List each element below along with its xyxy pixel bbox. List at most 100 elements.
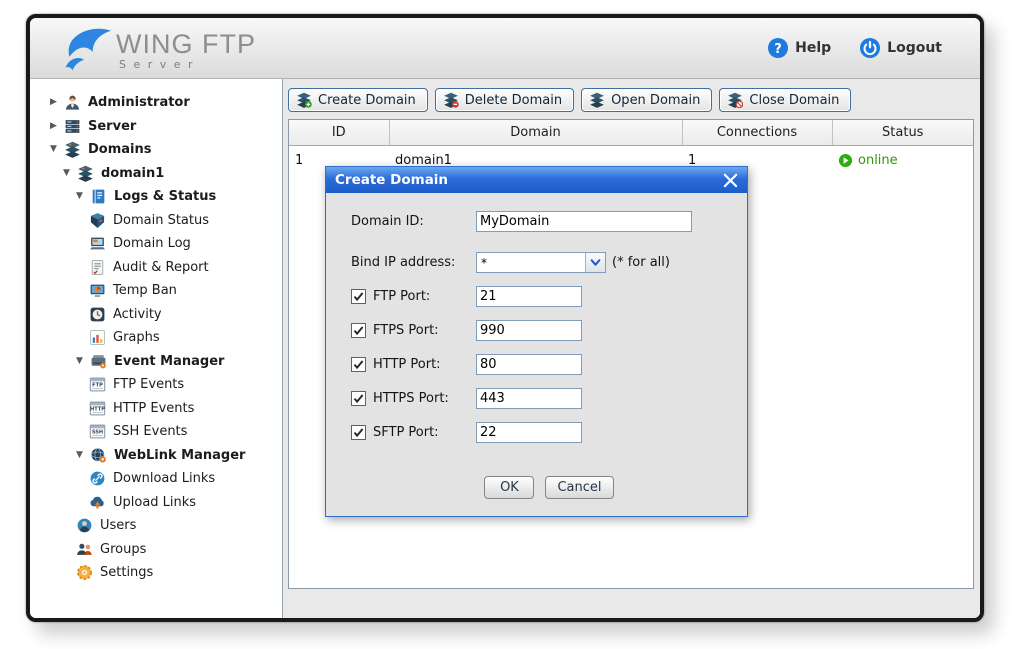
sidebar-item-settings[interactable]: Settings <box>30 561 282 585</box>
tree-expanded-arrow[interactable]: ▼ <box>63 169 77 178</box>
open-domain-button[interactable]: Open Domain <box>581 88 712 112</box>
close-domain-button[interactable]: Close Domain <box>719 88 851 112</box>
sidebar-tree: ▶Administrator▶Server▼Domains▼domain1▼Lo… <box>30 79 283 618</box>
sidebar-item-logs-status[interactable]: ▼ Logs & Status <box>30 185 282 209</box>
sidebar-item-label: Domain Status <box>113 213 209 228</box>
domain-id-input[interactable] <box>476 211 692 232</box>
logout-button[interactable]: Logout <box>859 37 942 59</box>
logo: WING FTP Server <box>56 22 256 74</box>
close-icon[interactable] <box>723 173 738 188</box>
ftps-port-input[interactable] <box>476 320 582 341</box>
sidebar-item-temp-ban[interactable]: Temp Ban <box>30 279 282 303</box>
logout-label: Logout <box>887 40 942 56</box>
sidebar-item-domain-status[interactable]: Domain Status <box>30 209 282 233</box>
svg-text:HTTP: HTTP <box>90 406 105 412</box>
header-actions: ? Help Logout <box>767 37 942 59</box>
sidebar-item-http-events[interactable]: HTTPHTTP Events <box>30 397 282 421</box>
chevron-down-icon[interactable] <box>585 253 605 272</box>
settings-icon <box>76 564 93 581</box>
https-port-checkbox[interactable] <box>351 391 366 406</box>
dialog-titlebar: Create Domain <box>326 167 747 193</box>
https-port-label: HTTPS Port: <box>373 391 449 406</box>
svg-text:?: ? <box>774 42 782 57</box>
ftps-port-checkbox[interactable] <box>351 323 366 338</box>
logs-status-icon <box>90 188 107 205</box>
sidebar-item-label: Groups <box>100 542 146 557</box>
tree-expanded-arrow[interactable]: ▼ <box>76 451 90 460</box>
sidebar-item-weblink-manager[interactable]: ▼WebLink Manager <box>30 444 282 468</box>
create-domain-button[interactable]: Create Domain <box>288 88 428 112</box>
help-icon: ? <box>767 37 789 59</box>
sidebar-item-administrator[interactable]: ▶Administrator <box>30 91 282 115</box>
logout-icon <box>859 37 881 59</box>
http-port-label-group: HTTP Port: <box>351 357 476 372</box>
toolbar-button-label: Create Domain <box>318 93 416 108</box>
column-header-connections: Connections <box>682 120 832 146</box>
sidebar-item-event-manager[interactable]: ▼Event Manager <box>30 350 282 374</box>
tree-expanded-arrow[interactable]: ▼ <box>76 192 90 201</box>
bind-ip-address-hint: (* for all) <box>612 255 670 270</box>
column-header-id: ID <box>289 120 389 146</box>
sftp-port-label-group: SFTP Port: <box>351 425 476 440</box>
tree-collapsed-arrow[interactable]: ▶ <box>50 98 64 107</box>
groups-icon <box>76 541 93 558</box>
online-icon <box>838 153 853 168</box>
domain-status-icon <box>89 212 106 229</box>
sidebar-item-domains[interactable]: ▼Domains <box>30 138 282 162</box>
sidebar-item-server[interactable]: ▶Server <box>30 115 282 139</box>
bind-ip-address-label: Bind IP address: <box>351 255 455 270</box>
sidebar-item-label: Users <box>100 518 136 533</box>
sftp-port-label: SFTP Port: <box>373 425 439 440</box>
http-port-checkbox[interactable] <box>351 357 366 372</box>
domain-toolbar: Create Domain Delete Domain Open Domain Clo… <box>283 79 980 112</box>
close-domain-icon <box>727 92 743 108</box>
sidebar-item-domain-log[interactable]: Domain Log <box>30 232 282 256</box>
sftp-port-row: SFTP Port: <box>351 422 747 443</box>
http-events-icon: HTTP <box>89 400 106 417</box>
tree-expanded-arrow[interactable]: ▼ <box>50 145 64 154</box>
sidebar-item-upload-links[interactable]: Upload Links <box>30 491 282 515</box>
sftp-port-input[interactable] <box>476 422 582 443</box>
cell-status: online <box>832 146 973 175</box>
logo-title: WING FTP <box>116 31 256 58</box>
sidebar-item-graphs[interactable]: Graphs <box>30 326 282 350</box>
sidebar-item-label: Domain Log <box>113 236 191 251</box>
toolbar-button-label: Open Domain <box>611 93 700 108</box>
help-label: Help <box>795 40 831 56</box>
table-header-row: IDDomainConnectionsStatus <box>289 120 973 146</box>
ftp-events-icon: FTP <box>89 376 106 393</box>
sidebar-item-label: Activity <box>113 307 162 322</box>
domain-id-label: Domain ID: <box>351 214 424 229</box>
tree-expanded-arrow[interactable]: ▼ <box>76 357 90 366</box>
bind-ip-address-select[interactable]: * <box>476 252 606 273</box>
bind-ip-address-row: Bind IP address: * (* for all) <box>351 252 747 273</box>
app-header: WING FTP Server ? Help Logout <box>30 18 980 79</box>
event-manager-icon <box>90 353 107 370</box>
sidebar-item-label: Logs & Status <box>114 189 216 204</box>
svg-text:SSH: SSH <box>92 430 103 436</box>
bind-ip-address-selected-value: * <box>477 256 585 270</box>
https-port-input[interactable] <box>476 388 582 409</box>
sidebar-item-ftp-events[interactable]: FTPFTP Events <box>30 373 282 397</box>
sidebar-item-ssh-events[interactable]: SSHSSH Events <box>30 420 282 444</box>
ok-button[interactable]: OK <box>484 476 534 499</box>
tree-collapsed-arrow[interactable]: ▶ <box>50 122 64 131</box>
temp-ban-icon <box>89 282 106 299</box>
ftp-port-input[interactable] <box>476 286 582 307</box>
server-icon <box>64 118 81 135</box>
sidebar-item-domain1[interactable]: ▼domain1 <box>30 162 282 186</box>
delete-domain-button[interactable]: Delete Domain <box>435 88 574 112</box>
create-domain-icon <box>296 92 312 108</box>
help-button[interactable]: ? Help <box>767 37 831 59</box>
sidebar-item-download-links[interactable]: Download Links <box>30 467 282 491</box>
cancel-button[interactable]: Cancel <box>545 476 613 499</box>
sidebar-item-activity[interactable]: Activity <box>30 303 282 327</box>
sidebar-item-audit-report[interactable]: Audit & Report <box>30 256 282 280</box>
sidebar-item-users[interactable]: Users <box>30 514 282 538</box>
sidebar-item-groups[interactable]: Groups <box>30 538 282 562</box>
sidebar-item-label: Upload Links <box>113 495 196 510</box>
sftp-port-checkbox[interactable] <box>351 425 366 440</box>
http-port-input[interactable] <box>476 354 582 375</box>
http-port-row: HTTP Port: <box>351 354 747 375</box>
ftp-port-checkbox[interactable] <box>351 289 366 304</box>
